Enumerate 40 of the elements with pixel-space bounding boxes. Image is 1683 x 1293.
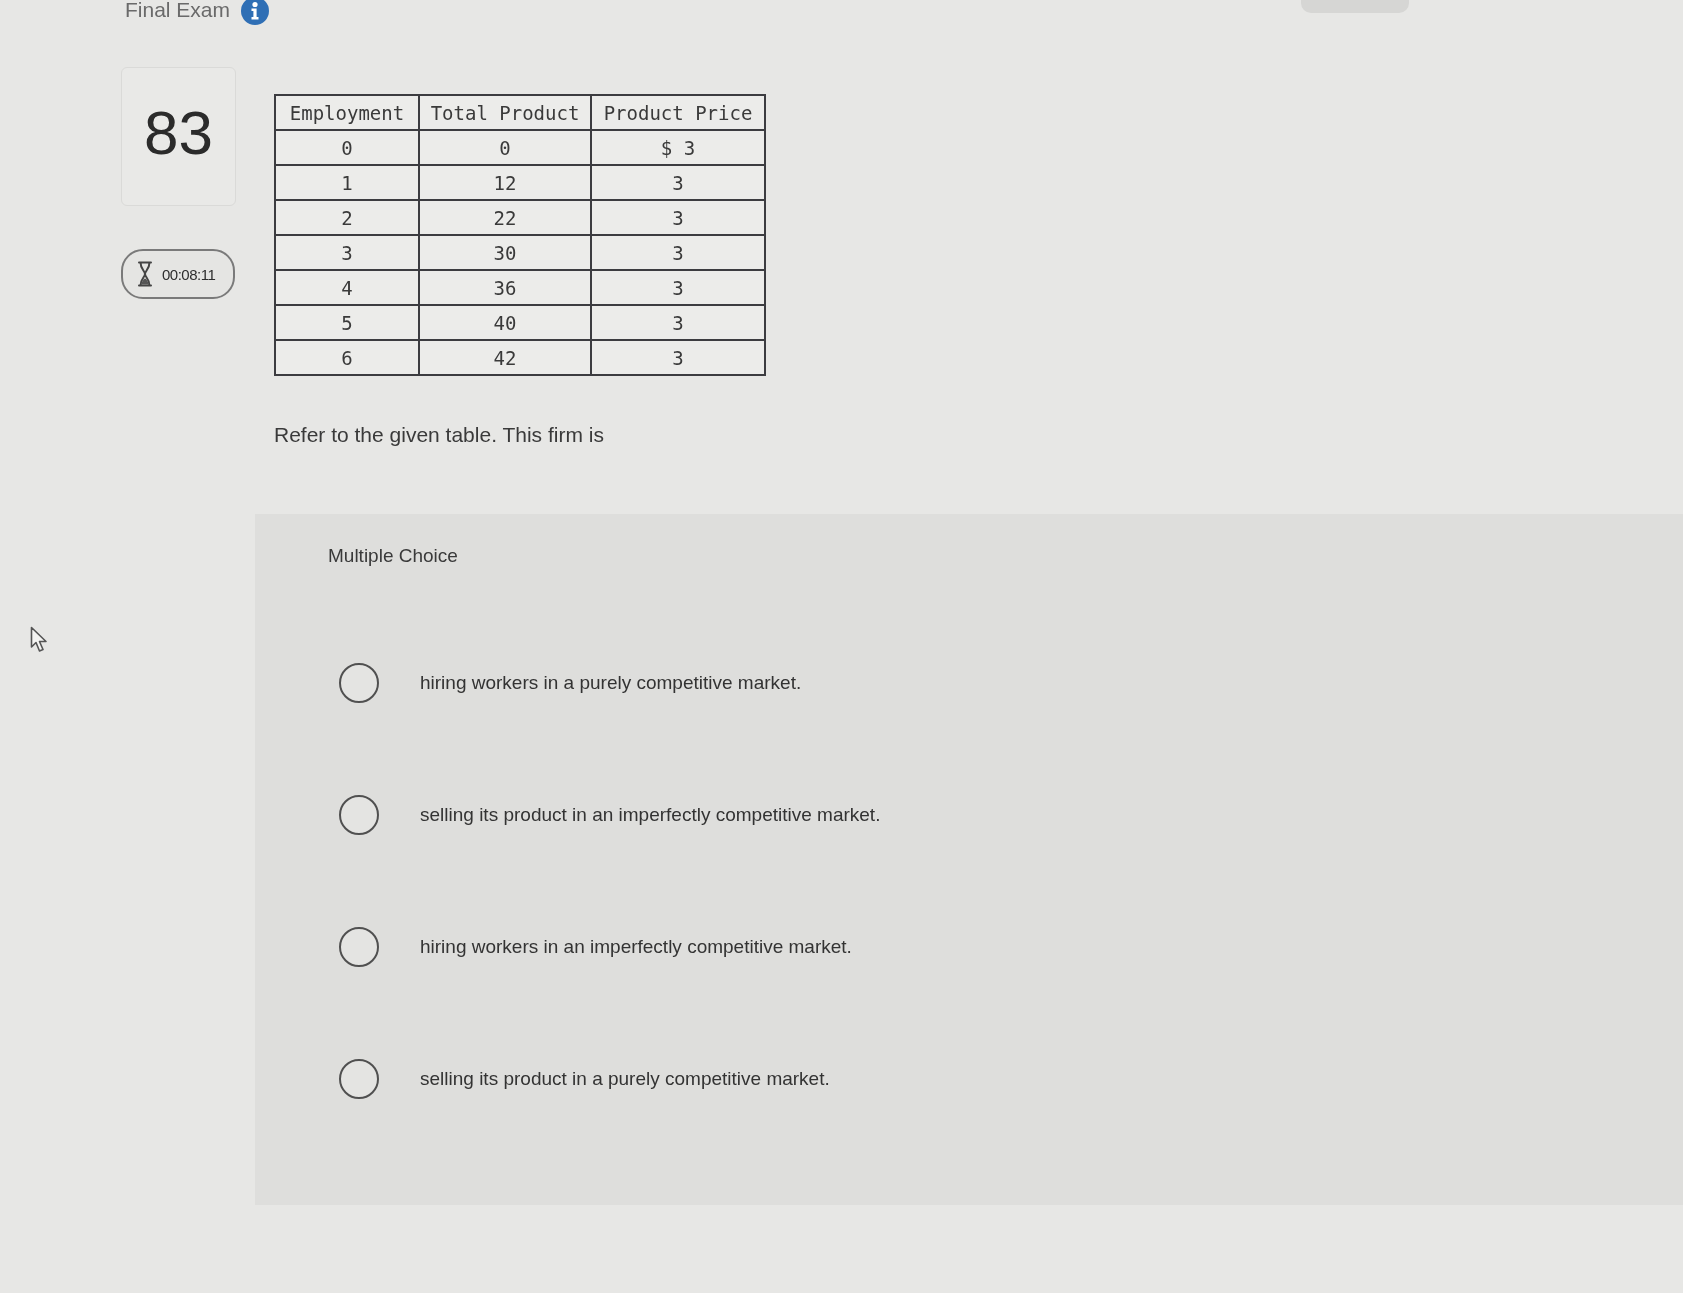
radio-button[interactable] <box>339 795 379 835</box>
table-cell: 42 <box>419 340 591 375</box>
table-cell: 2 <box>275 200 419 235</box>
option-label[interactable]: selling its product in a purely competitive market. <box>420 1068 830 1090</box>
radio-button[interactable] <box>339 1059 379 1099</box>
table-cell: 3 <box>591 235 765 270</box>
column-header: Product Price <box>591 95 765 130</box>
column-header: Employment <box>275 95 419 130</box>
table-cell: 30 <box>419 235 591 270</box>
info-icon[interactable] <box>241 0 270 25</box>
table-cell: 3 <box>591 305 765 340</box>
table-cell: 3 <box>591 200 765 235</box>
hourglass-icon <box>137 261 153 287</box>
table-cell: 3 <box>591 270 765 305</box>
question-number: 83 <box>144 102 213 166</box>
table-cell: 3 <box>591 340 765 375</box>
table-cell: 4 <box>275 270 419 305</box>
option-label[interactable]: selling its product in an imperfectly competitive market. <box>420 804 881 826</box>
table-cell: 1 <box>275 165 419 200</box>
table-cell: 12 <box>419 165 591 200</box>
option-label[interactable]: hiring workers in an imperfectly competitive market. <box>420 936 852 958</box>
table-cell: 22 <box>419 200 591 235</box>
table-cell: 40 <box>419 305 591 340</box>
option-label[interactable]: hiring workers in a purely competitive market. <box>420 672 802 694</box>
radio-button[interactable] <box>339 663 379 703</box>
table-cell: 5 <box>275 305 419 340</box>
table-cell: 3 <box>275 235 419 270</box>
table-cell: 0 <box>275 130 419 165</box>
column-header: Total Product <box>419 95 591 130</box>
section-heading: Multiple Choice <box>328 544 458 568</box>
table-cell: 3 <box>591 165 765 200</box>
table-cell: 0 <box>419 130 591 165</box>
page-title: Final Exam <box>125 0 231 21</box>
table-cell: 36 <box>419 270 591 305</box>
radio-button[interactable] <box>339 927 379 967</box>
timer-text: 00:08:11 <box>162 265 216 283</box>
question-text: Refer to the given table. This firm is <box>274 423 604 447</box>
table-cell: $ 3 <box>591 130 765 165</box>
pointer-cursor-icon <box>30 626 49 653</box>
table-cell: 6 <box>275 340 419 375</box>
